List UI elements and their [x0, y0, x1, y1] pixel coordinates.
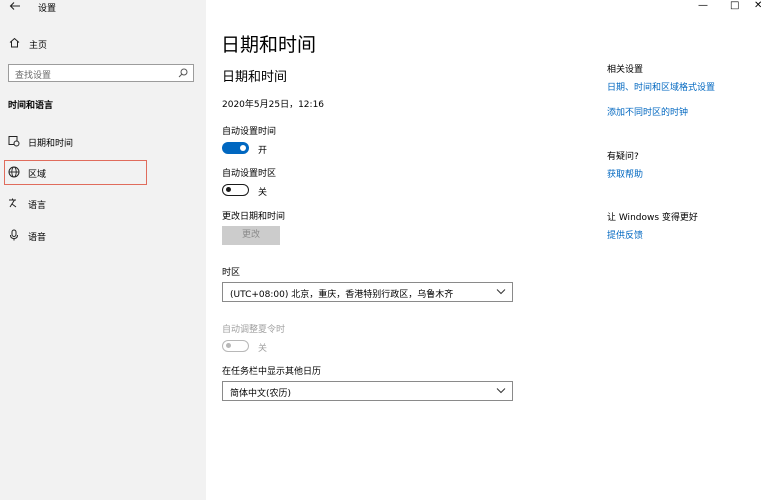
current-datetime: 2020年5月25日，12:16: [222, 100, 325, 110]
sidebar-item-region[interactable]: 区域: [0, 160, 206, 186]
search-icon[interactable]: [178, 68, 188, 81]
auto-timezone-state: 关: [258, 188, 268, 198]
globe-icon: [8, 166, 20, 178]
feedback-title: 让 Windows 变得更好: [607, 213, 698, 223]
get-help-link[interactable]: 获取帮助: [607, 167, 643, 180]
search-placeholder: 查找设置: [15, 71, 52, 81]
auto-time-toggle[interactable]: [222, 142, 249, 154]
taskbar-calendar-select[interactable]: 简体中文(农历): [222, 381, 513, 401]
back-arrow-icon[interactable]: [9, 0, 21, 15]
auto-timezone-toggle[interactable]: [222, 184, 249, 196]
region-format-link[interactable]: 日期、时间和区域格式设置: [607, 80, 715, 93]
microphone-icon: [8, 229, 20, 241]
close-button[interactable]: ✕: [754, 0, 762, 11]
change-datetime-label: 更改日期和时间: [222, 212, 286, 222]
dst-label: 自动调整夏令时: [222, 325, 286, 335]
chevron-down-icon: [496, 286, 506, 296]
dst-toggle[interactable]: [222, 340, 249, 352]
calendar-clock-icon: [8, 135, 20, 147]
home-icon: [9, 37, 20, 51]
related-settings-title: 相关设置: [607, 65, 644, 75]
chevron-down-icon: [496, 385, 506, 395]
sidebar-item-label: 语音: [28, 233, 47, 243]
timezone-select[interactable]: (UTC+08:00) 北京，重庆，香港特别行政区，乌鲁木齐: [222, 282, 513, 302]
taskbar-calendar-value: 简体中文(农历): [230, 389, 292, 399]
sidebar-item-speech[interactable]: 语音: [0, 223, 206, 249]
help-title: 有疑问?: [607, 152, 639, 162]
auto-time-state: 开: [258, 146, 268, 156]
language-icon: [8, 197, 20, 209]
page-title: 日期和时间: [221, 34, 317, 56]
minimize-button[interactable]: —: [698, 0, 708, 11]
give-feedback-link[interactable]: 提供反馈: [607, 228, 643, 241]
auto-time-label: 自动设置时间: [222, 127, 277, 137]
add-clocks-link[interactable]: 添加不同时区的时钟: [607, 105, 688, 118]
section-title: 日期和时间: [222, 70, 288, 85]
timezone-value: (UTC+08:00) 北京，重庆，香港特别行政区，乌鲁木齐: [230, 290, 454, 300]
dst-state: 关: [258, 344, 268, 354]
sidebar-item-language[interactable]: 语言: [0, 191, 206, 217]
sidebar-section-title: 时间和语言: [8, 101, 54, 111]
taskbar-calendar-label: 在任务栏中显示其他日历: [222, 367, 322, 377]
window-title: 设置: [38, 4, 57, 14]
timezone-label: 时区: [222, 268, 241, 278]
sidebar-item-label: 日期和时间: [28, 139, 74, 149]
home-link[interactable]: 主页: [29, 38, 47, 51]
sidebar-item-label: 区域: [28, 170, 47, 180]
sidebar-item-label: 语言: [28, 201, 47, 211]
change-button[interactable]: 更改: [222, 226, 280, 245]
search-input[interactable]: 查找设置: [8, 64, 194, 82]
auto-timezone-label: 自动设置时区: [222, 169, 277, 179]
maximize-button[interactable]: □: [730, 0, 739, 11]
sidebar-item-date-time[interactable]: 日期和时间: [0, 129, 206, 155]
